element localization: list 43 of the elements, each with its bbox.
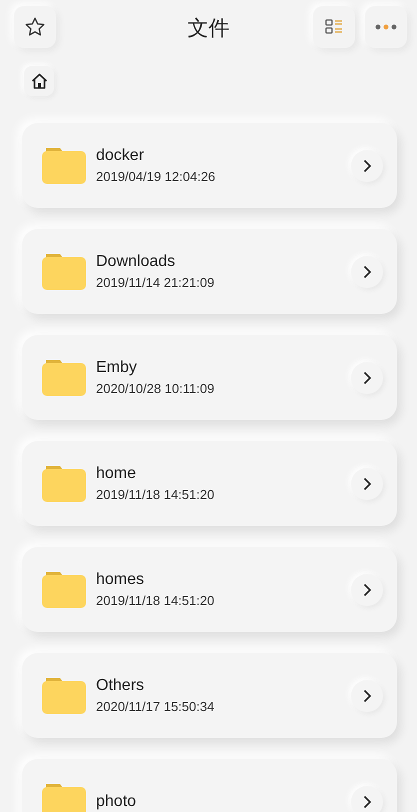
folder-item[interactable]: Emby 2020/10/28 10:11:09 <box>22 335 397 420</box>
star-icon <box>24 16 46 38</box>
home-button[interactable] <box>24 66 54 96</box>
modified-date: 2019/11/18 14:51:20 <box>96 487 216 502</box>
list-view-icon <box>325 18 343 36</box>
folder-icon <box>42 784 86 812</box>
chevron-right-icon <box>362 582 372 596</box>
folder-icon <box>42 466 86 502</box>
folder-item[interactable]: Others 2020/11/17 15:50:34 <box>22 653 397 738</box>
folder-name: Emby <box>96 359 138 377</box>
folder-icon <box>42 360 86 396</box>
folder-icon <box>42 678 86 714</box>
folder-item[interactable]: Downloads 2019/11/14 21:21:09 <box>22 229 397 314</box>
modified-date: 2020/10/28 10:11:09 <box>96 381 216 396</box>
modified-date: 2019/11/18 14:51:20 <box>96 593 216 608</box>
folder-name: docker <box>96 147 146 165</box>
folder-item[interactable]: photo <box>22 759 397 812</box>
modified-date: 2020/11/17 15:50:34 <box>96 699 216 714</box>
chevron-right-icon <box>362 688 372 702</box>
folder-name: photo <box>96 792 138 810</box>
folder-name: Downloads <box>96 253 176 271</box>
folder-item[interactable]: home 2019/11/18 14:51:20 <box>22 441 397 526</box>
folder-name: Others <box>96 677 146 695</box>
folder-name: homes <box>96 571 146 589</box>
chevron-right-icon <box>362 794 372 808</box>
open-button[interactable] <box>351 786 383 812</box>
more-icon <box>375 24 397 30</box>
chevron-right-icon <box>362 370 372 384</box>
view-toggle-button[interactable] <box>313 6 355 48</box>
folder-icon <box>42 254 86 290</box>
folder-item[interactable]: homes 2019/11/18 14:51:20 <box>22 547 397 632</box>
folder-icon <box>42 148 86 184</box>
chevron-right-icon <box>362 264 372 278</box>
folder-icon <box>42 572 86 608</box>
chevron-right-icon <box>362 476 372 490</box>
modified-date: 2019/04/19 12:04:26 <box>96 169 216 184</box>
folder-item[interactable]: docker 2019/04/19 12:04:26 <box>22 123 397 208</box>
folder-name: home <box>96 465 138 483</box>
page-title: 文件 <box>188 15 230 42</box>
favorites-button[interactable] <box>14 6 56 48</box>
modified-date: 2019/11/14 21:21:09 <box>96 275 216 290</box>
home-icon <box>30 73 48 89</box>
chevron-right-icon <box>362 158 372 172</box>
